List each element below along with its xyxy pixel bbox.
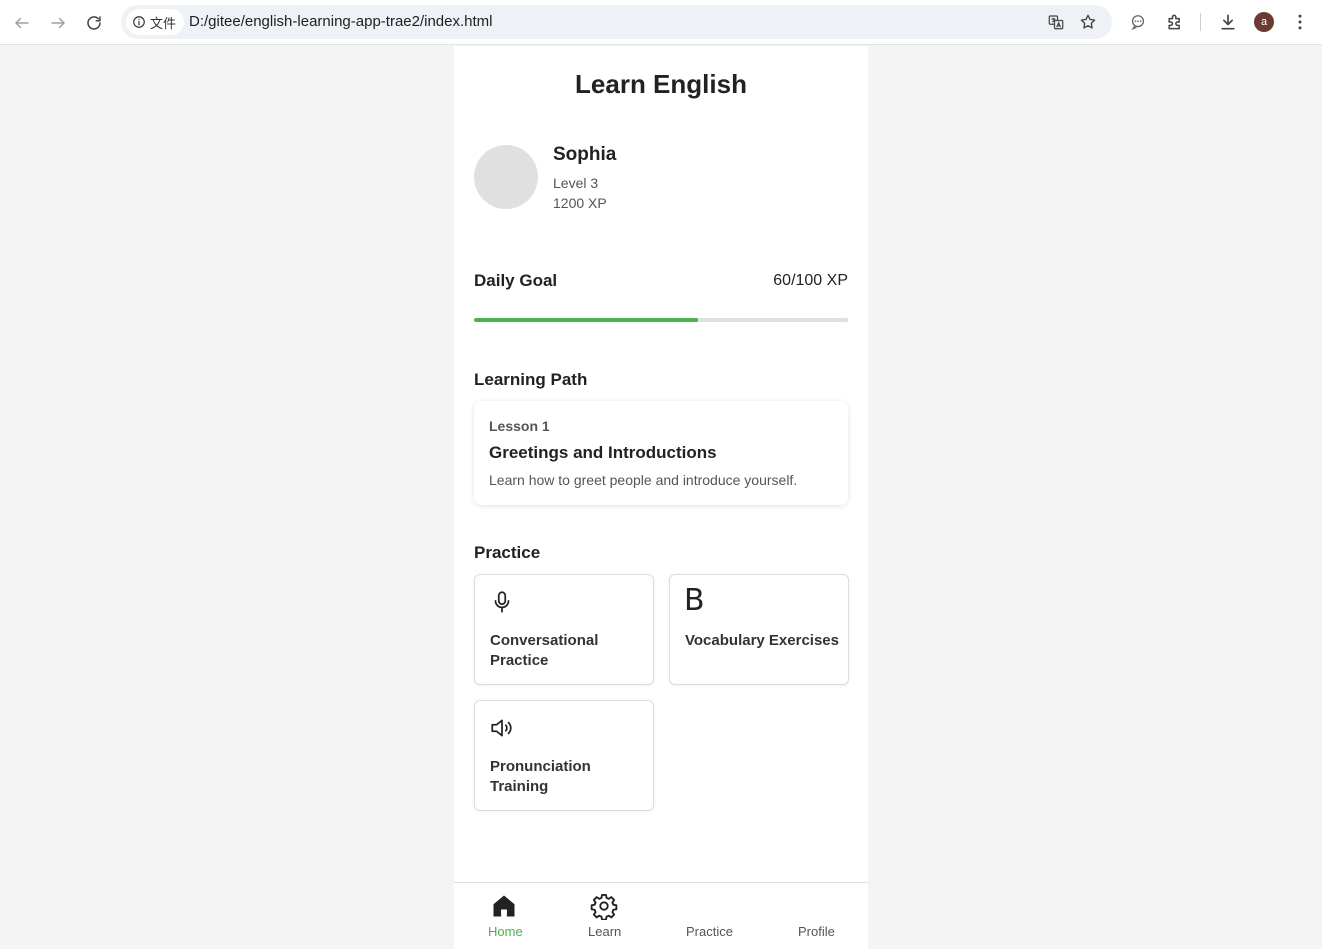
user-level: Level 3 [553,175,599,191]
learning-path-title: Learning Path [474,370,588,389]
back-button[interactable] [9,10,35,36]
kebab-menu-icon[interactable] [1290,12,1310,32]
nav-label-profile: Profile [798,924,835,939]
lesson-description: Learn how to greet people and introduce … [489,472,798,488]
nav-item-home[interactable]: Home [488,883,523,949]
speaker-icon [491,719,512,737]
translate-icon[interactable] [1047,13,1065,31]
bookmark-star-icon[interactable] [1079,13,1097,31]
site-chip-label: 文件 [150,15,177,31]
address-bar[interactable]: 文件 D:/gitee/english-learning-app-trae2/i… [121,5,1112,39]
arrow-right-icon [51,17,65,29]
daily-goal-progress-bar [474,318,848,322]
home-icon [493,895,515,917]
user-avatar [474,145,538,209]
gear-icon [590,893,618,920]
practice-card-label: Conversational Practice [490,632,599,669]
page-title: Learn English [575,69,747,99]
app-container: Learn English Sophia Level 3 1200 XP Dai… [454,46,868,949]
lesson-card[interactable]: Lesson 1 Greetings and Introductions Lea… [474,401,848,505]
profile-avatar-button[interactable]: a [1254,12,1274,32]
reload-button[interactable] [81,10,107,36]
nav-item-practice[interactable]: Practice [686,883,734,949]
user-xp: 1200 XP [553,195,607,211]
nav-label-home: Home [488,924,523,939]
url-text[interactable]: D:/gitee/english-learning-app-trae2/inde… [189,13,493,30]
practice-card-label: Vocabulary Exercises [685,632,839,649]
practice-title: Practice [474,543,541,562]
practice-card-vocabulary[interactable]: B Vocabulary Exercises [669,574,849,685]
info-icon [133,16,145,28]
letter-b-icon: B [684,583,705,618]
site-info-chip[interactable]: 文件 [126,9,185,35]
chat-bubble-icon[interactable] [1128,12,1148,32]
nav-item-learn[interactable]: Learn [588,883,622,949]
practice-card-pronunciation[interactable]: Pronunciation Training [474,700,654,811]
nav-label-practice: Practice [686,924,733,939]
daily-goal-label: Daily Goal [474,271,558,290]
practice-card-label: Pronunciation Training [490,758,591,795]
extensions-puzzle-icon[interactable] [1165,12,1185,32]
lesson-title: Greetings and Introductions [489,443,717,462]
arrow-left-icon [15,17,29,29]
bottom-navigation: Home Learn Practice Profile [454,882,868,949]
reload-icon [87,16,101,30]
browser-toolbar: 文件 D:/gitee/english-learning-app-trae2/i… [0,0,1322,45]
microphone-icon [494,591,510,613]
user-name: Sophia [553,144,617,165]
download-icon[interactable] [1218,12,1238,32]
forward-button[interactable] [45,10,71,36]
lesson-number: Lesson 1 [489,418,550,434]
practice-card-conversational[interactable]: Conversational Practice [474,574,654,685]
daily-goal-value: 60/100 XP [773,272,848,289]
daily-goal-progress-fill [474,318,699,322]
nav-label-learn: Learn [588,924,622,939]
toolbar-separator [1200,13,1201,31]
nav-item-profile[interactable]: Profile [798,883,838,949]
